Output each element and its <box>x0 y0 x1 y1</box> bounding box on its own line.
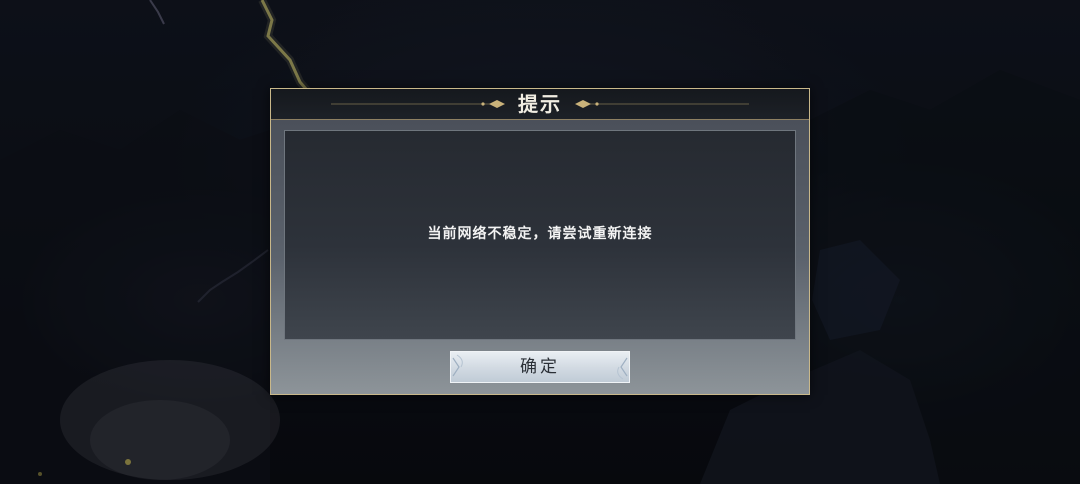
confirm-button[interactable]: 确定 <box>450 351 630 383</box>
confirm-button-label: 确定 <box>520 357 560 377</box>
message-panel: 当前网络不稳定，请尝试重新连接 <box>284 130 796 340</box>
alert-dialog: 提示 当前网络不稳定，请尝试重新连接 确定 <box>270 88 810 395</box>
dialog-title: 提示 <box>518 92 562 116</box>
message-text: 当前网络不稳定，请尝试重新连接 <box>427 226 653 242</box>
dialog-header: 提示 <box>271 89 809 120</box>
